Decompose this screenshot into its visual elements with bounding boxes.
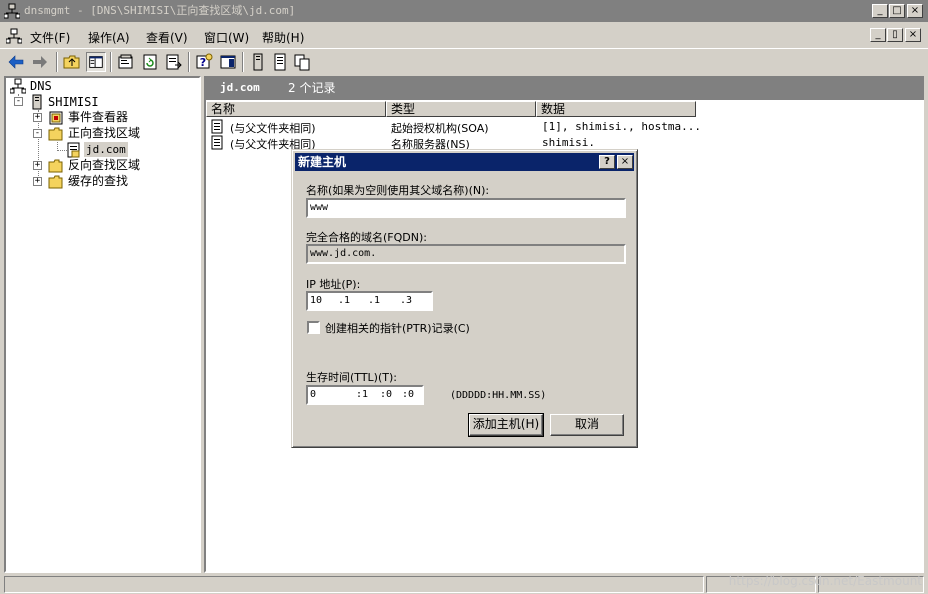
record-type: 起始授权机构(SOA)	[391, 122, 489, 135]
dns-app-icon	[4, 3, 20, 19]
dialog-help-button[interactable]: ?	[599, 155, 615, 169]
ip-address-label: IP 地址(P):	[306, 278, 361, 291]
svg-text:?: ?	[200, 56, 206, 69]
record-count: 2 个记录	[288, 81, 336, 95]
column-header-name[interactable]: 名称	[206, 101, 386, 117]
tree-item-forward-zones[interactable]: 正向查找区域	[68, 126, 140, 141]
host-name-label: 名称(如果为空则使用其父域名称)(N):	[306, 184, 490, 197]
column-header-data[interactable]: 数据	[536, 101, 696, 117]
record-name[interactable]: (与父文件夹相同)	[230, 120, 316, 136]
toolbar-separator	[110, 52, 112, 72]
dialog-close-button[interactable]: ×	[617, 155, 633, 169]
child-close-button[interactable]: ×	[905, 28, 921, 42]
properties-icon[interactable]	[116, 52, 136, 72]
tree-root-dns[interactable]: DNS	[30, 79, 52, 94]
menu-bar: 文件(F) 操作(A) 查看(V) 窗口(W) 帮助(H) _ ▯ ×	[0, 24, 928, 48]
ip-octet[interactable]: .1	[338, 293, 350, 309]
ttl-seconds[interactable]: :0	[402, 387, 414, 403]
ttl-input[interactable]: 0 :1 :0 :0	[306, 385, 424, 405]
window-title-bar: dnsmgmt - [DNS\SHIMISI\正向查找区域\jd.com] _ …	[0, 0, 928, 22]
close-button[interactable]: ×	[907, 4, 923, 18]
server-icon	[32, 94, 42, 110]
fqdn-label: 完全合格的域名(FQDN):	[306, 231, 427, 244]
tree-item-reverse-zones[interactable]: 反向查找区域	[68, 158, 140, 173]
menu-window[interactable]: 窗口(W)	[204, 29, 249, 46]
window-title: dnsmgmt - [DNS\SHIMISI\正向查找区域\jd.com]	[24, 4, 296, 17]
document-icon[interactable]	[270, 52, 290, 72]
menu-file[interactable]: 文件(F)	[30, 29, 70, 46]
host-name-input[interactable]: www	[306, 198, 626, 218]
fqdn-field: www.jd.com.	[306, 244, 626, 264]
menu-help[interactable]: 帮助(H)	[262, 29, 304, 46]
details-header: jd.com 2 个记录	[204, 76, 924, 100]
tree-expand-event-viewer[interactable]: +	[33, 113, 42, 122]
ip-octet[interactable]: .3	[400, 293, 412, 309]
record-data: shimisi.	[542, 136, 595, 149]
tree-item-cached-lookups[interactable]: 缓存的查找	[68, 174, 128, 189]
back-arrow-icon[interactable]	[6, 52, 26, 72]
zone-file-icon	[67, 142, 80, 158]
folder-open-icon	[48, 127, 63, 141]
column-header-type[interactable]: 类型	[386, 101, 536, 117]
tree-server[interactable]: SHIMISI	[48, 95, 99, 110]
event-viewer-icon	[49, 111, 63, 125]
dialog-title-bar: 新建主机	[295, 153, 634, 171]
toolbar-separator	[188, 52, 190, 72]
status-panel	[4, 576, 704, 593]
record-icon	[211, 135, 223, 150]
folder-icon	[48, 175, 63, 189]
mmc-icon[interactable]	[218, 52, 238, 72]
tree-expand-reverse-zones[interactable]: +	[33, 161, 42, 170]
ip-address-input[interactable]: 10 .1 .1 .3	[306, 291, 433, 311]
toolbar-separator	[56, 52, 58, 72]
folder-icon	[48, 159, 63, 173]
tree-item-event-viewer[interactable]: 事件查看器	[68, 110, 128, 125]
watermark: https://blog.csdn.net/Eastmount	[728, 574, 922, 588]
ptr-label[interactable]: 创建相关的指针(PTR)记录(C)	[325, 320, 470, 336]
tree-collapse-server[interactable]: -	[14, 97, 23, 106]
ip-octet[interactable]: 10	[310, 293, 322, 309]
child-restore-button[interactable]: ▯	[887, 28, 903, 42]
add-host-button[interactable]: 添加主机(H)	[468, 413, 544, 437]
minimize-button[interactable]: _	[872, 4, 888, 18]
dns-window-icon[interactable]	[6, 28, 22, 44]
ttl-label: 生存时间(TTL)(T):	[306, 371, 397, 384]
ttl-hours[interactable]: :1	[356, 387, 368, 403]
server-icon[interactable]	[248, 52, 268, 72]
ttl-minutes[interactable]: :0	[380, 387, 392, 403]
ttl-format-hint: (DDDDD:HH.MM.SS)	[450, 390, 547, 401]
show-tree-icon[interactable]	[86, 52, 106, 72]
up-folder-icon[interactable]	[62, 52, 82, 72]
menu-action[interactable]: 操作(A)	[88, 29, 130, 46]
refresh-icon[interactable]	[140, 52, 160, 72]
record-data: [1], shimisi., hostma...	[542, 120, 701, 133]
toolbar: ?	[0, 48, 928, 74]
maximize-button[interactable]: □	[889, 4, 905, 18]
toolbar-separator	[242, 52, 244, 72]
record-icon	[211, 119, 223, 134]
ptr-checkbox[interactable]	[307, 321, 320, 334]
tree-item-jd-com[interactable]: jd.com	[84, 142, 128, 157]
ip-octet[interactable]: .1	[368, 293, 380, 309]
dns-root-icon	[10, 78, 26, 94]
new-host-dialog: 新建主机 ? × 名称(如果为空则使用其父域名称)(N): www 完全合格的域…	[291, 149, 638, 448]
cancel-button[interactable]: 取消	[550, 414, 624, 436]
copy-icon[interactable]	[292, 52, 312, 72]
dialog-title: 新建主机	[298, 155, 347, 169]
export-list-icon[interactable]	[164, 52, 184, 72]
tree-expand-cached-lookups[interactable]: +	[33, 177, 42, 186]
forward-arrow-icon[interactable]	[30, 52, 50, 72]
menu-view[interactable]: 查看(V)	[146, 29, 188, 46]
zone-title: jd.com	[220, 81, 260, 94]
help-icon[interactable]: ?	[194, 52, 214, 72]
ttl-days[interactable]: 0	[310, 387, 316, 403]
tree-collapse-forward-zones[interactable]: -	[33, 129, 42, 138]
child-minimize-button[interactable]: _	[870, 28, 886, 42]
